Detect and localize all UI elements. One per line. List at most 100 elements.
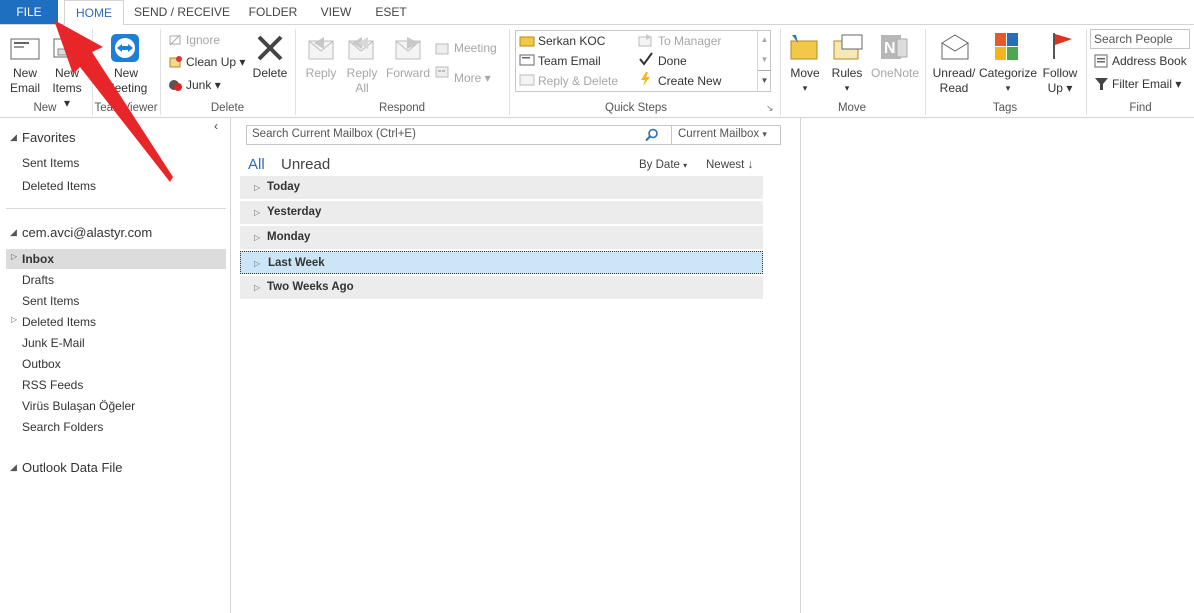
folder-rss[interactable]: RSS Feeds (22, 378, 83, 392)
onenote-icon: N (881, 35, 908, 59)
folder-outbox[interactable]: Outbox (22, 357, 61, 371)
unread-label-2: Read (939, 81, 969, 95)
onenote-button[interactable]: OneNote (868, 66, 922, 81)
filter-unread-tab[interactable]: Unread (281, 156, 330, 173)
data-file-heading[interactable]: Outlook Data File (22, 460, 122, 475)
search-icon[interactable] (645, 128, 659, 142)
delete-button[interactable]: Delete (248, 66, 292, 81)
search-divider (671, 126, 672, 144)
sort-by-label: By Date (639, 159, 680, 171)
tab-view[interactable]: VIEW (312, 0, 360, 24)
folder-drafts[interactable]: Drafts (22, 273, 54, 287)
search-input[interactable]: Search Current Mailbox (Ctrl+E) (252, 128, 416, 140)
message-list-pane: Search Current Mailbox (Ctrl+E) Current … (231, 118, 801, 613)
team-email-icon (519, 54, 535, 66)
ignore-button[interactable]: Ignore (186, 31, 220, 49)
rules-icon (833, 34, 863, 60)
svg-text:N: N (884, 40, 896, 57)
arrow-down-icon: ↓ (747, 159, 754, 171)
search-scope-dropdown[interactable]: Current Mailbox ▾ (678, 128, 767, 140)
reply-all-label-1: Reply (346, 66, 378, 80)
filter-email-button[interactable]: Filter Email ▾ (1112, 75, 1181, 93)
filter-icon (1095, 78, 1108, 90)
quick-step-reply-delete[interactable]: Reply & Delete (538, 72, 618, 90)
collapse-pane-icon[interactable]: ‹ (214, 119, 218, 133)
group-label: Last Week (268, 257, 325, 269)
rules-button[interactable]: Rules ▾ (828, 66, 866, 96)
search-people-input[interactable]: Search People (1090, 29, 1190, 49)
quick-steps-scroll[interactable]: ▲ ▼ ▼ (757, 30, 771, 92)
filter-email-label: Filter Email (1112, 77, 1173, 91)
follow-up-button[interactable]: Follow Up ▾ (1038, 66, 1082, 96)
forward-button[interactable]: Forward (384, 66, 432, 81)
delete-icon (257, 35, 283, 61)
clean-up-button[interactable]: Clean Up ▾ (186, 53, 245, 71)
quick-step-create-new[interactable]: Create New (658, 72, 721, 90)
account-heading[interactable]: cem.avci@alastyr.com (22, 225, 152, 240)
follow-label-2: Up ▾ (1047, 81, 1073, 95)
reply-all-icon (348, 37, 374, 60)
annotation-arrow (54, 20, 173, 182)
message-group-two-weeks-ago[interactable]: ▷ Two Weeks Ago (240, 276, 763, 299)
reply-all-button[interactable]: Reply All (342, 66, 382, 96)
meeting-button[interactable]: Meeting (454, 39, 497, 57)
tab-home[interactable]: HOME (64, 0, 124, 25)
data-file-expand-icon[interactable]: ◢ (10, 462, 17, 473)
filter-all-tab[interactable]: All (248, 156, 265, 173)
account-expand-icon[interactable]: ◢ (10, 227, 17, 238)
quick-step-to-manager[interactable]: To Manager (658, 32, 721, 50)
new-email-button[interactable]: New Email (6, 66, 44, 96)
move-label: Move (790, 66, 820, 80)
deleted-expand-icon[interactable]: ▷ (11, 315, 17, 324)
quick-step-done[interactable]: Done (658, 52, 687, 70)
move-button[interactable]: Move ▾ (786, 66, 824, 96)
folder-sent-items[interactable]: Sent Items (22, 294, 79, 308)
divider (6, 208, 226, 209)
quick-step-serkan[interactable]: Serkan KOC (538, 32, 605, 50)
folder-search-folders[interactable]: Search Folders (22, 420, 103, 434)
reply-button[interactable]: Reply (300, 66, 342, 81)
lightning-icon (641, 72, 650, 86)
follow-up-flag-icon (1053, 33, 1072, 59)
address-book-button[interactable]: Address Book (1112, 52, 1187, 70)
message-group-monday[interactable]: ▷ Monday (240, 226, 763, 249)
favorites-expand-icon[interactable]: ◢ (10, 132, 17, 143)
group-label-quick-steps: Quick Steps (605, 102, 667, 114)
junk-button[interactable]: Junk ▾ (186, 76, 221, 94)
expand-triangle-icon: ▷ (254, 259, 261, 268)
quick-step-team-email[interactable]: Team Email (538, 52, 601, 70)
categorize-icon (995, 33, 1018, 60)
inbox-expand-icon[interactable]: ▷ (11, 252, 17, 261)
message-group-last-week[interactable]: ▷ Last Week (240, 251, 763, 274)
new-email-icon (10, 38, 40, 60)
sort-by-dropdown[interactable]: By Date ▾ (639, 159, 687, 171)
rules-label: Rules (831, 66, 863, 80)
group-label: Monday (267, 231, 311, 243)
message-group-today[interactable]: ▷ Today (240, 176, 763, 199)
group-label-move: Move (837, 102, 867, 114)
group-label-delete: Delete (210, 102, 245, 114)
address-book-icon (1094, 54, 1108, 68)
more-button[interactable]: More ▾ (454, 69, 491, 87)
categorize-button[interactable]: Categorize ▾ (978, 66, 1038, 96)
reply-icon (308, 37, 334, 60)
folder-deleted-items[interactable]: Deleted Items (22, 315, 96, 329)
reading-pane (802, 118, 1194, 613)
folder-arrow-icon (519, 36, 535, 47)
dialog-launcher-icon[interactable]: ↘ (766, 103, 774, 114)
unread-label-1: Unread/ (932, 66, 976, 80)
expand-triangle-icon: ▷ (254, 208, 261, 217)
folder-virus[interactable]: Virüs Bulaşan Öğeler (22, 399, 135, 413)
sort-order-toggle[interactable]: Newest ↓ (706, 159, 753, 171)
folder-inbox[interactable]: Inbox (22, 252, 54, 266)
meeting-icon (435, 66, 449, 78)
expand-triangle-icon: ▷ (254, 233, 261, 242)
tab-folder[interactable]: FOLDER (242, 0, 304, 24)
folder-junk[interactable]: Junk E-Mail (22, 336, 85, 350)
tab-eset[interactable]: ESET (368, 0, 414, 24)
message-group-yesterday[interactable]: ▷ Yesterday (240, 201, 763, 224)
unread-read-icon (941, 34, 969, 60)
junk-label: Junk (186, 78, 212, 92)
unread-read-button[interactable]: Unread/Read (928, 66, 980, 96)
folder-pane: ‹ ◢ Favorites Sent Items Deleted Items ◢… (0, 118, 231, 613)
